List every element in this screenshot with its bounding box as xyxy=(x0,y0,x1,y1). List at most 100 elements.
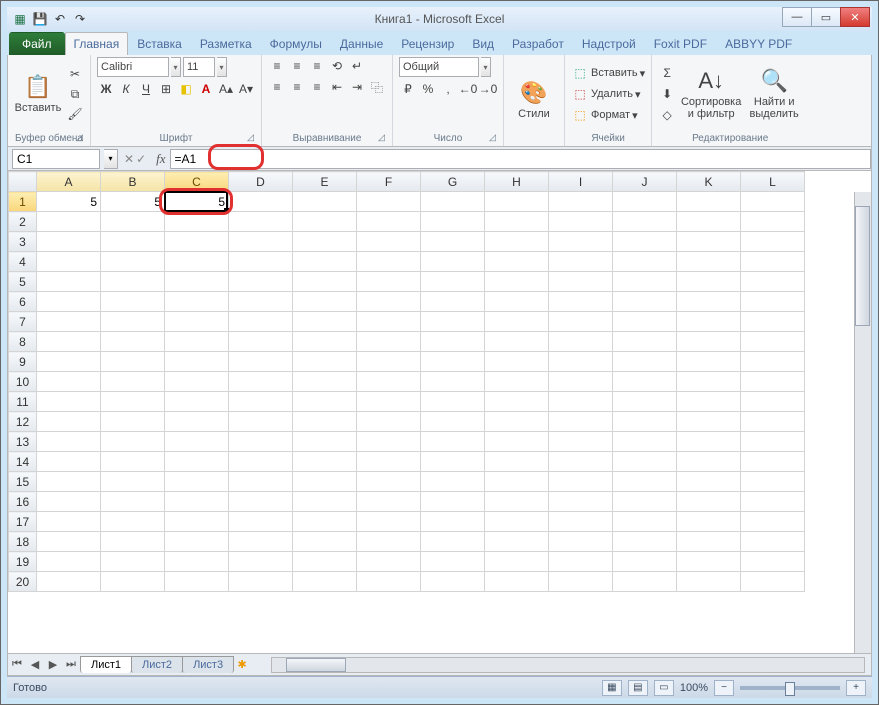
decrease-indent-button[interactable]: ⇤ xyxy=(328,78,346,96)
cell-K13[interactable] xyxy=(677,432,741,452)
cell-G19[interactable] xyxy=(421,552,485,572)
cell-B13[interactable] xyxy=(101,432,165,452)
cell-H3[interactable] xyxy=(485,232,549,252)
cell-A16[interactable] xyxy=(37,492,101,512)
cell-H10[interactable] xyxy=(485,372,549,392)
delete-cells-button[interactable]: ⬚Удалить ▾ xyxy=(571,85,645,103)
cut-button[interactable]: ✂ xyxy=(66,65,84,83)
cell-C9[interactable] xyxy=(165,352,229,372)
cell-D8[interactable] xyxy=(229,332,293,352)
cell-K6[interactable] xyxy=(677,292,741,312)
cell-E3[interactable] xyxy=(293,232,357,252)
col-header-L[interactable]: L xyxy=(741,172,805,192)
sheet-tab-2[interactable]: Лист2 xyxy=(131,656,183,673)
sheet-nav-first[interactable]: ⏮ xyxy=(8,656,26,674)
cell-D18[interactable] xyxy=(229,532,293,552)
cell-E11[interactable] xyxy=(293,392,357,412)
fill-color-button[interactable]: ◧ xyxy=(177,80,195,98)
cell-K9[interactable] xyxy=(677,352,741,372)
cell-C12[interactable] xyxy=(165,412,229,432)
cell-F20[interactable] xyxy=(357,572,421,592)
cell-G2[interactable] xyxy=(421,212,485,232)
align-right-button[interactable]: ≡ xyxy=(308,78,326,96)
cell-D14[interactable] xyxy=(229,452,293,472)
minimize-button[interactable]: — xyxy=(782,7,812,27)
cell-B18[interactable] xyxy=(101,532,165,552)
cell-A9[interactable] xyxy=(37,352,101,372)
shrink-font-button[interactable]: A▾ xyxy=(237,80,255,98)
cell-K11[interactable] xyxy=(677,392,741,412)
cell-G16[interactable] xyxy=(421,492,485,512)
cell-A18[interactable] xyxy=(37,532,101,552)
cell-I13[interactable] xyxy=(549,432,613,452)
col-header-E[interactable]: E xyxy=(293,172,357,192)
cell-J18[interactable] xyxy=(613,532,677,552)
italic-button[interactable]: К xyxy=(117,80,135,98)
col-header-C[interactable]: C xyxy=(165,172,229,192)
cell-F19[interactable] xyxy=(357,552,421,572)
percent-button[interactable]: % xyxy=(419,80,437,98)
cell-A19[interactable] xyxy=(37,552,101,572)
font-name-select[interactable]: Calibri xyxy=(97,57,169,77)
cell-J2[interactable] xyxy=(613,212,677,232)
cell-H16[interactable] xyxy=(485,492,549,512)
tab-формулы[interactable]: Формулы xyxy=(261,32,331,55)
col-header-A[interactable]: A xyxy=(37,172,101,192)
cell-D6[interactable] xyxy=(229,292,293,312)
tab-данные[interactable]: Данные xyxy=(331,32,392,55)
cell-A13[interactable] xyxy=(37,432,101,452)
cell-G5[interactable] xyxy=(421,272,485,292)
cell-C11[interactable] xyxy=(165,392,229,412)
zoom-in-button[interactable]: + xyxy=(846,680,866,696)
cell-J14[interactable] xyxy=(613,452,677,472)
cell-G13[interactable] xyxy=(421,432,485,452)
cell-I8[interactable] xyxy=(549,332,613,352)
cell-E18[interactable] xyxy=(293,532,357,552)
cell-B11[interactable] xyxy=(101,392,165,412)
cell-C2[interactable] xyxy=(165,212,229,232)
cell-L13[interactable] xyxy=(741,432,805,452)
font-name-dropdown-icon[interactable]: ▾ xyxy=(171,57,181,77)
autosum-button[interactable]: Σ xyxy=(658,64,676,82)
tab-вставка[interactable]: Вставка xyxy=(128,32,191,55)
sort-filter-button[interactable]: A↓ Сортировка и фильтр xyxy=(680,68,742,120)
cell-B19[interactable] xyxy=(101,552,165,572)
alignment-dialog-launcher[interactable]: ◿ xyxy=(378,132,390,144)
cell-L18[interactable] xyxy=(741,532,805,552)
cell-A8[interactable] xyxy=(37,332,101,352)
cell-J19[interactable] xyxy=(613,552,677,572)
cell-J10[interactable] xyxy=(613,372,677,392)
cell-J8[interactable] xyxy=(613,332,677,352)
row-header-4[interactable]: 4 xyxy=(9,252,37,272)
cell-H6[interactable] xyxy=(485,292,549,312)
cell-E20[interactable] xyxy=(293,572,357,592)
tab-foxit pdf[interactable]: Foxit PDF xyxy=(645,32,716,55)
maximize-button[interactable]: ▭ xyxy=(811,7,841,27)
cell-B14[interactable] xyxy=(101,452,165,472)
cell-A17[interactable] xyxy=(37,512,101,532)
cell-L10[interactable] xyxy=(741,372,805,392)
cell-E8[interactable] xyxy=(293,332,357,352)
row-header-15[interactable]: 15 xyxy=(9,472,37,492)
cell-L1[interactable] xyxy=(741,192,805,212)
cell-K15[interactable] xyxy=(677,472,741,492)
cell-D11[interactable] xyxy=(229,392,293,412)
cell-L6[interactable] xyxy=(741,292,805,312)
cell-D15[interactable] xyxy=(229,472,293,492)
cell-D9[interactable] xyxy=(229,352,293,372)
align-top-button[interactable]: ≡ xyxy=(268,57,286,75)
cell-F10[interactable] xyxy=(357,372,421,392)
cell-C4[interactable] xyxy=(165,252,229,272)
cell-E16[interactable] xyxy=(293,492,357,512)
name-box-dropdown-icon[interactable]: ▾ xyxy=(104,149,118,169)
font-size-select[interactable]: 11 xyxy=(183,57,215,77)
cell-H9[interactable] xyxy=(485,352,549,372)
cell-L9[interactable] xyxy=(741,352,805,372)
cell-K1[interactable] xyxy=(677,192,741,212)
cell-I17[interactable] xyxy=(549,512,613,532)
cell-F12[interactable] xyxy=(357,412,421,432)
cell-K14[interactable] xyxy=(677,452,741,472)
col-header-B[interactable]: B xyxy=(101,172,165,192)
cell-G3[interactable] xyxy=(421,232,485,252)
cancel-formula-button[interactable]: ✕ xyxy=(124,152,134,166)
